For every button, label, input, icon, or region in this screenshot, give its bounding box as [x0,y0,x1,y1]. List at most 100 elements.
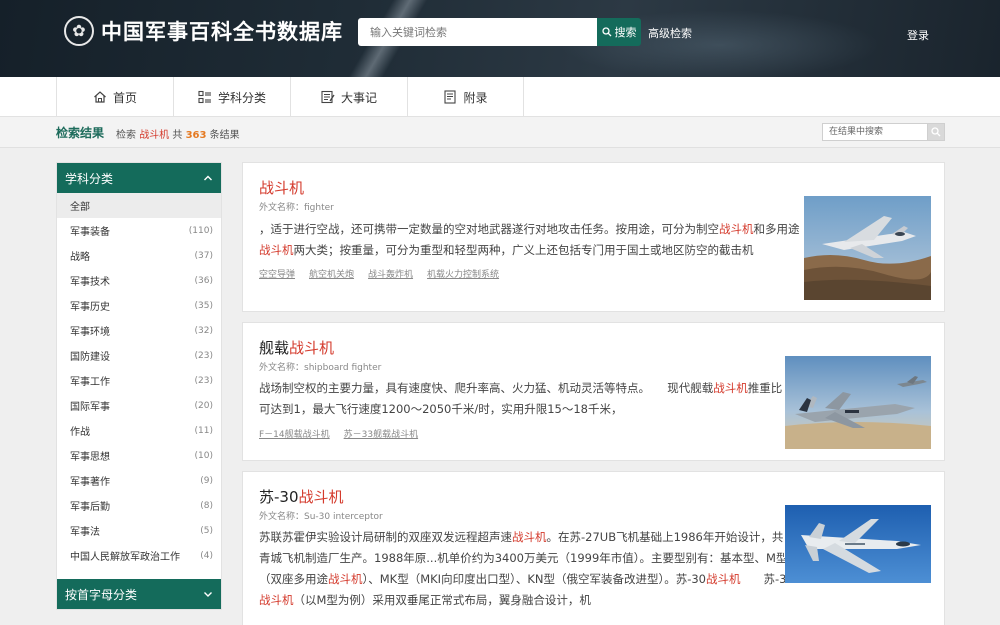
desc-line: 可达到1，最大飞行速度1200～2050千米/时，实用升限15～18千米， [259,399,782,420]
sidebar-item-label: 国际军事 [70,402,110,413]
desc-line: 青城飞机制造厂生产。1988年原...机单价约为3400万美元（1999年市值）… [259,548,794,569]
site-logo-icon[interactable]: ✿ [64,16,94,46]
desc-text: 战场制空权的主要力量，具有速度快、爬升率高、火力猛、机动灵活等特点。 现代舰载 [259,381,714,395]
nav-label: 附录 [463,90,488,105]
nav-item-category[interactable]: 学科分类 [173,77,290,117]
desc-line: （双座多用途战斗机）、MK型（MKI向印度出口型）、KN型（俄空军装备改进型）。… [259,569,794,590]
keyword-highlight: 战斗机 [713,381,748,395]
sidebar-item[interactable]: 中国人民解放军政治工作 (4) [57,543,221,568]
nav-label: 学科分类 [217,90,266,105]
result-title[interactable]: 苏-30战斗机 [259,486,344,507]
keyword-highlight: 战斗机 [706,572,741,586]
nav-label: 大事记 [340,90,377,105]
sidebar-footer-alphabet[interactable]: 按首字母分类 [57,579,221,609]
sidebar-item-count: (35) [194,300,213,311]
sidebar-item[interactable]: 军事后勤 (8) [57,493,221,518]
result-title-keyword: 战斗机 [289,339,335,357]
result-card: 战斗机 外文名称：fighter ，适于进行空战，还可携带一定数量的空对地武器遂… [242,162,945,312]
sidebar-item[interactable]: 军事思想 (10) [57,443,221,468]
sidebar-item[interactable]: 军事环境 (32) [57,318,221,343]
result-title-prefix: 舰载 [259,339,290,357]
result-description: ，适于进行空战，还可携带一定数量的空对地武器遂行对地攻击任务。按用途，可分为制空… [259,219,800,261]
desc-text: ，适于进行空战，还可携带一定数量的空对地武器遂行对地攻击任务。按用途，可分为制空 [259,222,719,236]
sidebar-item-label: 军事环境 [70,327,110,338]
related-tag-link[interactable]: F－14舰载战斗机 [259,427,330,440]
category-icon [198,90,211,104]
summary-keyword: 战斗机 [139,130,170,141]
result-title[interactable]: 舰载战斗机 [259,337,334,358]
sidebar-item[interactable]: 国际军事 (20) [57,393,221,418]
sidebar-item-label: 军事装备 [70,227,110,238]
search-button-label: 搜索 [614,26,637,39]
desc-line: 战场制空权的主要力量，具有速度快、爬升率高、火力猛、机动灵活等特点。 现代舰载战… [259,378,782,399]
sidebar-item[interactable]: 军事著作 (9) [57,468,221,493]
result-tags: 空空导弹 航空机关炮 战斗轰炸机 机载火力控制系统 [259,267,499,280]
sidebar-item-label: 军事工作 [70,377,110,388]
result-description: 战场制空权的主要力量，具有速度快、爬升率高、火力猛、机动灵活等特点。 现代舰载战… [259,378,782,420]
sidebar-item-count: (10) [194,450,213,461]
main-nav: 首页 学科分类 大事记 附录 [0,77,1000,117]
search-within-input[interactable] [822,123,928,141]
shipboard-fighter-image[interactable] [785,356,931,449]
sidebar-item[interactable]: 全部 [57,193,221,218]
keyword-highlight: 战斗机 [719,222,754,236]
keyword-highlight: 战斗机 [259,593,294,607]
summary-suffix: 条结果 [209,130,240,141]
sidebar-item[interactable]: 军事装备 (110) [57,218,221,243]
category-sidebar: 学科分类 全部 军事装备 (110) 战略 (37) 军事技术 (36) 军事历史 (35) 军事… [56,162,222,610]
sidebar-item-label: 军事法 [70,527,100,538]
desc-text: 青城飞机制造厂生产。1988年原...机单价约为3400万美元（1999年市值）… [259,551,788,565]
keyword-highlight: 战斗机 [328,572,363,586]
search-within-button[interactable] [927,123,945,141]
desc-text: 苏联苏霍伊实验设计局研制的双座双发远程超声速 [259,530,512,544]
desc-text: 推重比 [747,381,783,395]
sidebar-item-count: (8) [200,500,213,511]
desc-line: 苏联苏霍伊实验设计局研制的双座双发远程超声速战斗机。在苏-27UB飞机基础上19… [259,527,794,548]
search-button[interactable]: 搜索 [597,18,641,46]
sidebar-item[interactable]: 军事工作 (23) [57,368,221,393]
su30-fighter-image[interactable] [785,505,931,583]
nav-label: 首页 [112,90,137,105]
desc-text: （以M型为例）采用双垂尾正常式布局，翼身融合设计，机 [293,593,591,607]
sidebar-item[interactable]: 国防建设 (23) [57,343,221,368]
summary-middle: 共 [172,130,183,141]
result-title-prefix: 苏-30 [259,488,299,506]
nav-item-chronicle[interactable]: 大事记 [290,77,407,117]
related-tag-link[interactable]: 航空机关炮 [309,267,354,280]
result-tags: F－14舰载战斗机 苏－33舰载战斗机 [259,427,418,440]
sidebar-item[interactable]: 战略 (37) [57,243,221,268]
site-title[interactable]: 中国军事百科全书数据库 [101,16,343,46]
related-tag-link[interactable]: 苏－33舰载战斗机 [344,427,418,440]
login-link[interactable]: 登录 [907,27,929,43]
desc-line: 战斗机（以M型为例）采用双垂尾正常式布局，翼身融合设计，机 [259,590,794,611]
result-title-keyword: 战斗机 [298,488,344,506]
sidebar-item-count: (36) [194,275,213,286]
appendix-icon [444,90,457,104]
sidebar-item-count: (11) [194,425,213,436]
sidebar-item[interactable]: 军事技术 (36) [57,268,221,293]
search-input[interactable] [358,18,598,46]
result-title[interactable]: 战斗机 [259,177,304,198]
nav-item-home[interactable]: 首页 [56,77,173,117]
home-icon [94,91,106,103]
keyword-highlight: 战斗机 [259,243,294,257]
related-tag-link[interactable]: 战斗轰炸机 [368,267,413,280]
sidebar-header[interactable]: 学科分类 [57,163,221,193]
result-card: 舰载战斗机 外文名称：shipboard fighter 战场制空权的主要力量，… [242,322,945,461]
sidebar-item[interactable]: 军事法 (5) [57,518,221,543]
related-tag-link[interactable]: 空空导弹 [259,267,295,280]
sidebar-item-label: 中国人民解放军政治工作 [70,552,180,563]
fighter-jet-image[interactable] [804,196,931,300]
advanced-search-link[interactable]: 高级检索 [648,25,692,41]
sidebar-item-count: (9) [200,475,213,486]
sidebar-item-count: (23) [194,375,213,386]
sidebar-item-label: 战略 [70,252,90,263]
related-tag-link[interactable]: 机载火力控制系统 [427,267,499,280]
result-subtitle: 外文名称：fighter [259,203,334,213]
desc-text: ）、MK型（MKI向印度出口型）、KN型（俄空军装备改进型）。苏-30 [362,572,707,586]
sidebar-item[interactable]: 军事历史 (35) [57,293,221,318]
sidebar-item[interactable]: 作战 (11) [57,418,221,443]
nav-item-appendix[interactable]: 附录 [407,77,524,117]
sidebar-item-count: (23) [194,350,213,361]
desc-text: （双座多用途 [259,572,328,586]
